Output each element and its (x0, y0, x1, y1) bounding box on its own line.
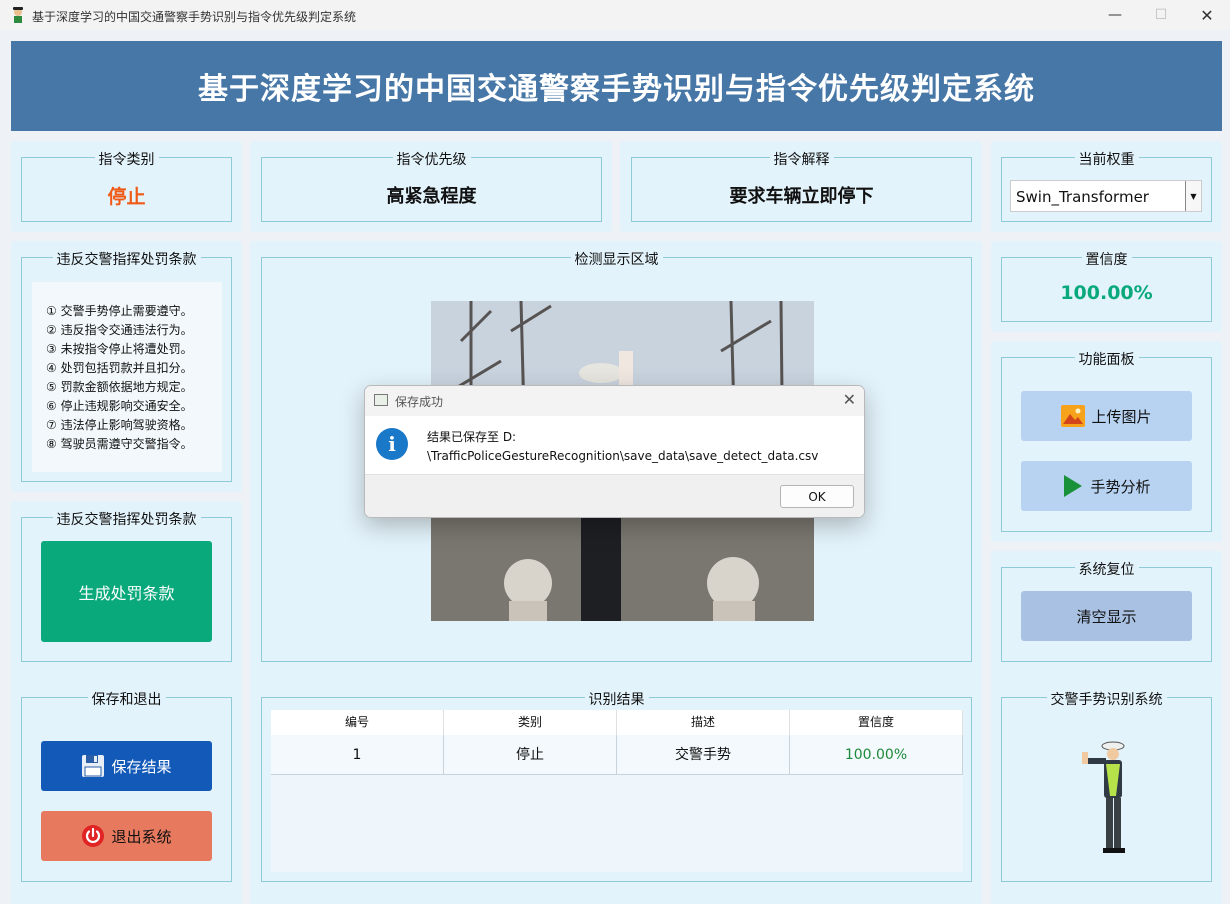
image-icon (1061, 405, 1086, 427)
instruction-explain-panel: 指令解释 要求车辆立即停下 (620, 141, 982, 232)
penalty-rules-group: 违反交警指挥处罚条款 ① 交警手势停止需要遵守。 ② 违反指令交通违法行为。 ③… (21, 252, 232, 482)
logo-panel: 交警手势识别系统 (991, 681, 1222, 904)
ok-button[interactable]: OK (780, 485, 854, 508)
reset-label: 系统复位 (1074, 562, 1139, 578)
results-group: 识别结果 编号 类别 描述 置信度 1 停止 交警手势 100.00% (261, 692, 972, 882)
instruction-priority-group: 指令优先级 高紧急程度 (261, 152, 602, 222)
confidence-value: 100.00% (1060, 282, 1153, 304)
dialog-message-line2: \TrafficPoliceGestureRecognition\save_da… (427, 449, 819, 463)
information-icon: i (376, 428, 408, 460)
column-header-confidence: 置信度 (790, 710, 963, 735)
instruction-type-panel: 指令类别 停止 (11, 141, 242, 232)
instruction-priority-label: 指令优先级 (392, 152, 471, 168)
gesture-analysis-label: 手势分析 (1090, 477, 1151, 496)
cell-id: 1 (271, 735, 444, 775)
results-table-header: 编号 类别 描述 置信度 (271, 710, 963, 735)
rule-item: ⑧ 驾驶员需遵守交警指令。 (46, 437, 193, 451)
cell-category: 停止 (444, 735, 617, 775)
floppy-disk-icon (82, 755, 105, 777)
save-success-dialog: 保存成功 ✕ i 结果已保存至 D: \TrafficPoliceGesture… (364, 385, 865, 518)
window-icon (374, 394, 388, 406)
rule-item: ⑥ 停止违规影响交通安全。 (46, 399, 193, 413)
instruction-explain-label: 指令解释 (769, 152, 834, 168)
rule-item: ⑤ 罚款金额依据地方规定。 (46, 380, 193, 394)
generate-penalty-panel: 违反交警指挥处罚条款 生成处罚条款 (11, 501, 242, 701)
rule-item: ③ 未按指令停止将遭处罚。 (46, 342, 193, 356)
rule-item: ④ 处罚包括罚款并且扣分。 (46, 361, 193, 375)
close-window-button[interactable]: ✕ (1184, 0, 1230, 30)
save-exit-group: 保存和退出 保存结果 退出系统 (21, 692, 232, 882)
exit-system-label: 退出系统 (111, 827, 172, 846)
clear-display-button[interactable]: 清空显示 (1021, 591, 1192, 641)
instruction-explain-value: 要求车辆立即停下 (729, 186, 874, 207)
column-header-id: 编号 (271, 710, 444, 735)
results-label: 识别结果 (584, 692, 649, 708)
upload-image-button[interactable]: 上传图片 (1021, 391, 1192, 441)
detection-label: 检测显示区域 (570, 252, 663, 268)
weights-select-value: Swin_Transformer (1016, 188, 1149, 206)
minimize-button[interactable]: — (1092, 0, 1138, 30)
rule-item: ② 违反指令交通违法行为。 (46, 323, 193, 337)
generate-penalty-button[interactable]: 生成处罚条款 (41, 541, 212, 642)
dialog-footer: OK (365, 474, 864, 517)
maximize-button[interactable]: ☐ (1138, 0, 1184, 30)
function-panel: 功能面板 上传图片 手势分析 (991, 341, 1222, 542)
weights-panel: 当前权重 Swin_Transformer ▼ (991, 141, 1222, 232)
dialog-message: 结果已保存至 D: \TrafficPoliceGestureRecogniti… (427, 428, 818, 466)
results-table: 编号 类别 描述 置信度 1 停止 交警手势 100.00% (271, 710, 963, 872)
reset-group: 系统复位 清空显示 (1001, 562, 1212, 662)
banner-title: 基于深度学习的中国交通警察手势识别与指令优先级判定系统 (198, 72, 1035, 107)
play-icon (1064, 475, 1083, 497)
generate-penalty-group: 违反交警指挥处罚条款 生成处罚条款 (21, 512, 232, 662)
penalty-rules-list: ① 交警手势停止需要遵守。 ② 违反指令交通违法行为。 ③ 未按指令停止将遭处罚… (32, 282, 222, 472)
instruction-priority-panel: 指令优先级 高紧急程度 (250, 141, 612, 232)
confidence-label: 置信度 (1081, 252, 1132, 268)
logo-group: 交警手势识别系统 (1001, 692, 1212, 882)
save-result-button[interactable]: 保存结果 (41, 741, 212, 791)
confidence-group: 置信度 100.00% (1001, 252, 1212, 322)
exit-system-button[interactable]: 退出系统 (41, 811, 212, 861)
chevron-down-icon[interactable]: ▼ (1185, 181, 1201, 211)
results-panel: 识别结果 编号 类别 描述 置信度 1 停止 交警手势 100.00% (250, 681, 982, 904)
gesture-analysis-button[interactable]: 手势分析 (1021, 461, 1192, 511)
reset-panel: 系统复位 清空显示 (991, 551, 1222, 701)
save-exit-label: 保存和退出 (87, 692, 166, 708)
column-header-description: 描述 (617, 710, 790, 735)
header-banner: 基于深度学习的中国交通警察手势识别与指令优先级判定系统 (11, 41, 1222, 131)
rule-item: ⑦ 违法停止影响驾驶资格。 (46, 418, 193, 432)
weights-group: 当前权重 Swin_Transformer ▼ (1001, 152, 1212, 222)
dialog-message-line1: 结果已保存至 D: (427, 430, 517, 444)
column-header-category: 类别 (444, 710, 617, 735)
save-result-label: 保存结果 (111, 757, 172, 776)
function-label: 功能面板 (1074, 352, 1139, 368)
logo-label: 交警手势识别系统 (1046, 692, 1167, 708)
save-exit-panel: 保存和退出 保存结果 退出系统 (11, 681, 242, 904)
penalty-rules-label: 违反交警指挥处罚条款 (52, 252, 201, 268)
penalty-rules-panel: 违反交警指挥处罚条款 ① 交警手势停止需要遵守。 ② 违反指令交通违法行为。 ③… (11, 241, 242, 492)
instruction-explain-group: 指令解释 要求车辆立即停下 (631, 152, 972, 222)
cell-confidence: 100.00% (790, 735, 963, 775)
traffic-police-logo (1082, 741, 1125, 853)
dialog-title: 保存成功 (395, 395, 444, 409)
table-row[interactable]: 1 停止 交警手势 100.00% (271, 735, 963, 775)
weights-select[interactable]: Swin_Transformer ▼ (1010, 180, 1202, 212)
traffic-police-icon (13, 7, 23, 23)
cell-description: 交警手势 (617, 735, 790, 775)
power-icon (82, 825, 105, 847)
generate-penalty-label: 违反交警指挥处罚条款 (52, 512, 201, 528)
dialog-titlebar: 保存成功 ✕ (365, 386, 864, 416)
rule-item: ① 交警手势停止需要遵守。 (46, 304, 193, 318)
confidence-panel: 置信度 100.00% (991, 241, 1222, 332)
instruction-type-value: 停止 (107, 186, 146, 208)
window-title: 基于深度学习的中国交通警察手势识别与指令优先级判定系统 (32, 10, 357, 24)
function-group: 功能面板 上传图片 手势分析 (1001, 352, 1212, 532)
weights-label: 当前权重 (1074, 152, 1139, 168)
instruction-priority-value: 高紧急程度 (386, 186, 477, 207)
instruction-type-label: 指令类别 (94, 152, 159, 168)
instruction-type-group: 指令类别 停止 (21, 152, 232, 222)
window-titlebar: 基于深度学习的中国交通警察手势识别与指令优先级判定系统 — ☐ ✕ (0, 0, 1230, 30)
close-icon[interactable]: ✕ (843, 390, 856, 409)
upload-image-label: 上传图片 (1091, 407, 1152, 426)
